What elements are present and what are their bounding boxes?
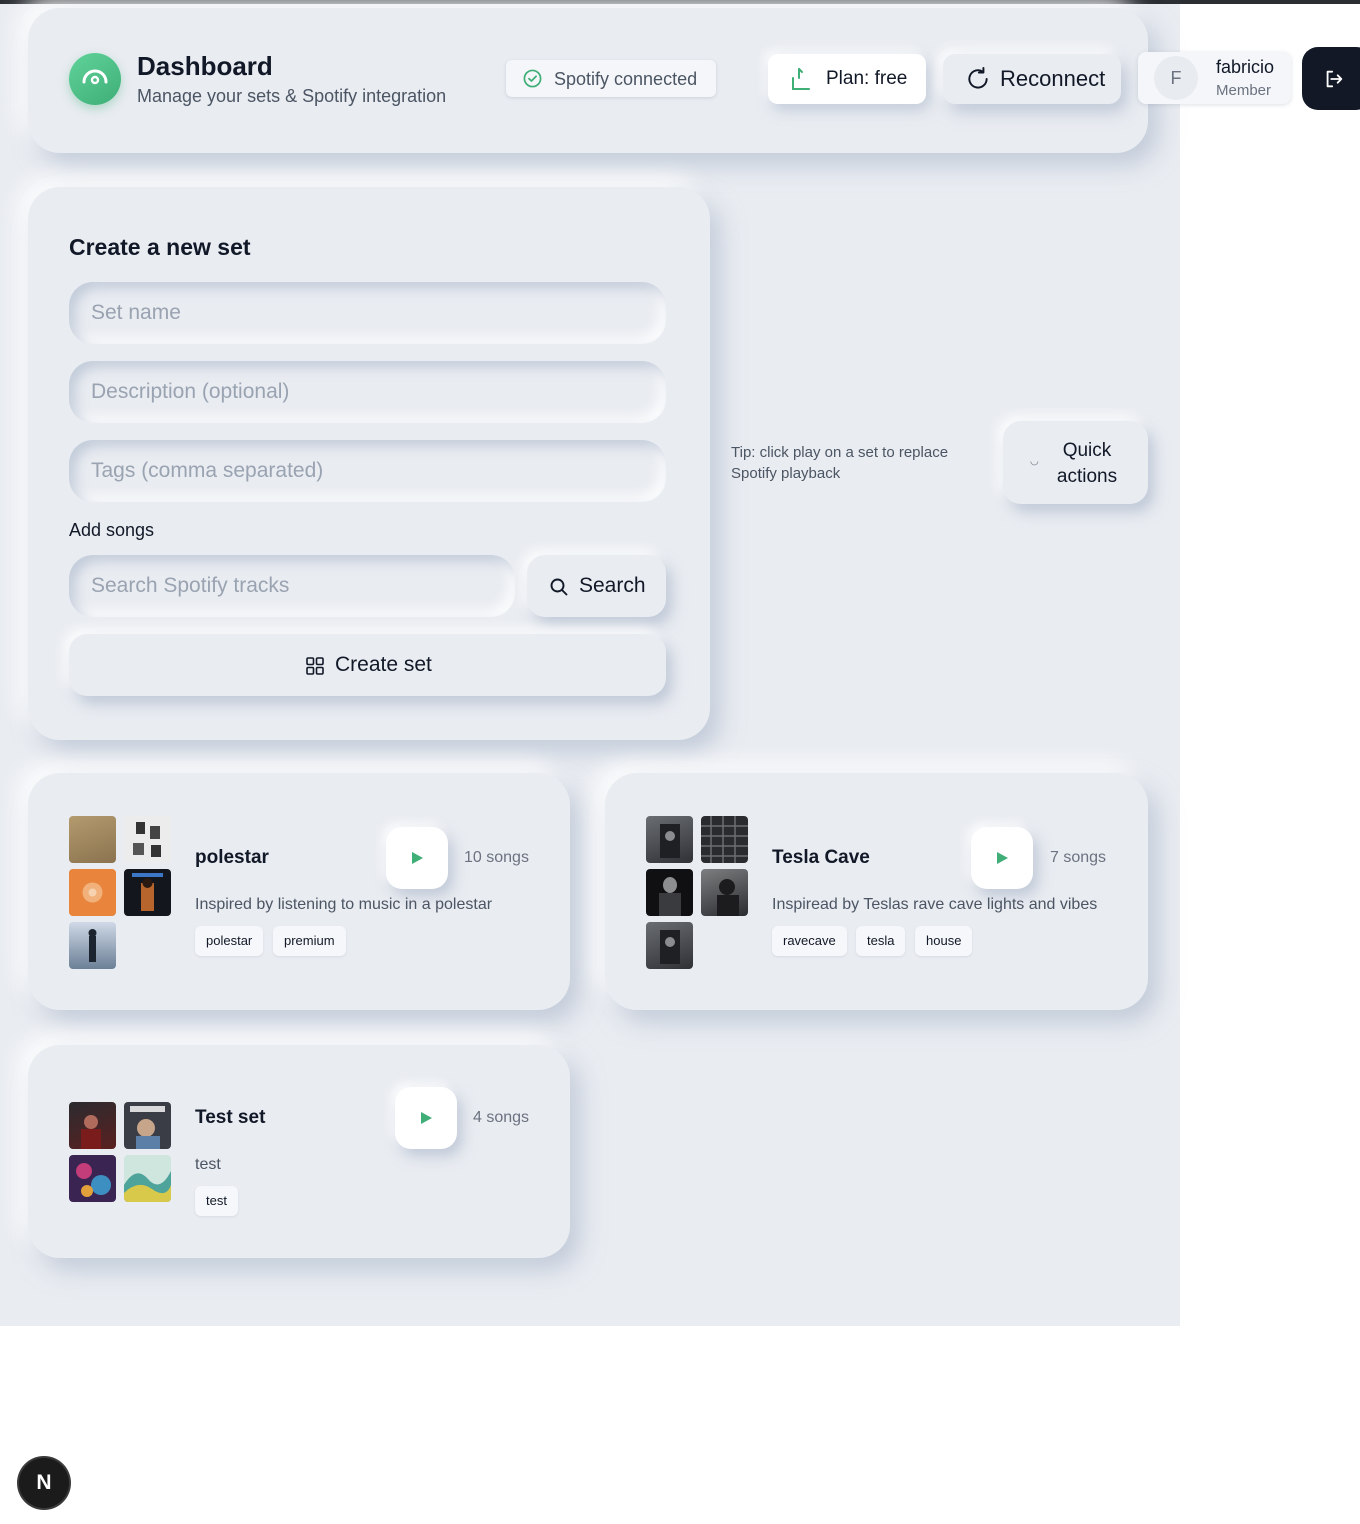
- song-count: 4 songs: [473, 1109, 530, 1126]
- tag-chip[interactable]: tesla: [856, 926, 906, 956]
- tag-chip[interactable]: house: [915, 926, 973, 956]
- create-set-title: Create a new set: [69, 234, 251, 260]
- album-cover: [69, 816, 116, 863]
- album-cover: [701, 816, 748, 863]
- album-cover: [124, 869, 171, 916]
- spotify-status-text: Spotify connected: [554, 69, 698, 89]
- album-cover: [124, 1102, 171, 1149]
- check-circle-icon: [523, 69, 542, 93]
- set-tags-input[interactable]: [69, 440, 666, 502]
- plan-label: Plan: free: [826, 68, 908, 89]
- logout-button[interactable]: [1302, 47, 1360, 110]
- dev-tools-badge-label: N: [36, 1471, 52, 1494]
- play-button[interactable]: [386, 827, 448, 889]
- album-cover: [701, 869, 748, 916]
- upgrade-icon: [790, 66, 812, 97]
- set-description: test: [195, 1156, 221, 1173]
- create-set-button[interactable]: Create set: [69, 634, 666, 696]
- tag-chip[interactable]: polestar: [195, 926, 264, 956]
- create-set-panel: Create a new set Add songs Search Create…: [28, 187, 710, 740]
- page-title: Dashboard: [137, 51, 273, 81]
- play-icon: [997, 852, 1008, 864]
- album-cover: [69, 1102, 116, 1149]
- album-cover: [646, 869, 693, 916]
- album-cover: [69, 1155, 116, 1202]
- user-role: Member: [1216, 82, 1272, 99]
- song-count: 7 songs: [1050, 849, 1107, 866]
- quick-actions-label: Quick actions: [1056, 440, 1118, 487]
- set-name-input[interactable]: [69, 282, 666, 344]
- search-icon: [549, 577, 569, 602]
- album-cover: [124, 816, 171, 863]
- set-name: polestar: [195, 847, 269, 868]
- tag-chip[interactable]: premium: [273, 926, 346, 956]
- set-name: Test set: [195, 1107, 266, 1128]
- user-profile-card[interactable]: F fabricio Member: [1138, 52, 1291, 104]
- play-button[interactable]: [971, 827, 1033, 889]
- refresh-icon: [965, 66, 991, 97]
- set-card-tesla-cave: Tesla Cave 7 songs Inspiread by Teslas r…: [605, 773, 1148, 1010]
- reconnect-button[interactable]: Reconnect: [943, 54, 1121, 104]
- spotify-status-badge: Spotify connected: [506, 60, 716, 97]
- dev-tools-badge[interactable]: N: [19, 1458, 69, 1508]
- album-cover: [69, 869, 116, 916]
- set-card-test-set: Test set 4 songs test test: [28, 1045, 570, 1258]
- play-icon: [421, 1112, 432, 1124]
- loading-spinner-icon: ◡: [1030, 456, 1039, 467]
- grid-icon: [305, 656, 325, 681]
- playback-tip: Tip: click play on a set to replace Spot…: [731, 444, 949, 482]
- search-button[interactable]: Search: [527, 555, 666, 617]
- logo-icon: [69, 53, 121, 105]
- album-cover: [124, 1155, 171, 1202]
- set-card-polestar: polestar 10 songs Inspired by listening …: [28, 773, 570, 1010]
- create-set-label: Create set: [335, 653, 432, 676]
- logout-icon: [1323, 68, 1345, 95]
- set-description-input[interactable]: [69, 361, 666, 423]
- plan-button[interactable]: Plan: free: [768, 54, 926, 104]
- set-name: Tesla Cave: [772, 847, 870, 868]
- add-songs-label: Add songs: [69, 520, 155, 540]
- user-name: fabricio: [1216, 57, 1275, 77]
- track-search-input[interactable]: [69, 555, 515, 617]
- set-description: Inspired by listening to music in a pole…: [195, 896, 493, 913]
- tag-chip[interactable]: ravecave: [772, 926, 847, 956]
- play-button[interactable]: [395, 1087, 457, 1149]
- reconnect-label: Reconnect: [1000, 66, 1106, 91]
- song-count: 10 songs: [464, 849, 529, 866]
- tag-chip[interactable]: test: [195, 1186, 238, 1216]
- page-subtitle: Manage your sets & Spotify integration: [137, 86, 447, 106]
- avatar: F: [1154, 56, 1198, 100]
- play-icon: [412, 852, 423, 864]
- search-button-label: Search: [579, 574, 646, 597]
- album-cover: [646, 816, 693, 863]
- album-cover: [646, 922, 693, 969]
- set-description: Inspiread by Teslas rave cave lights and…: [772, 896, 1098, 913]
- quick-actions-button[interactable]: ◡ Quick actions: [1003, 421, 1148, 504]
- album-cover: [69, 922, 116, 969]
